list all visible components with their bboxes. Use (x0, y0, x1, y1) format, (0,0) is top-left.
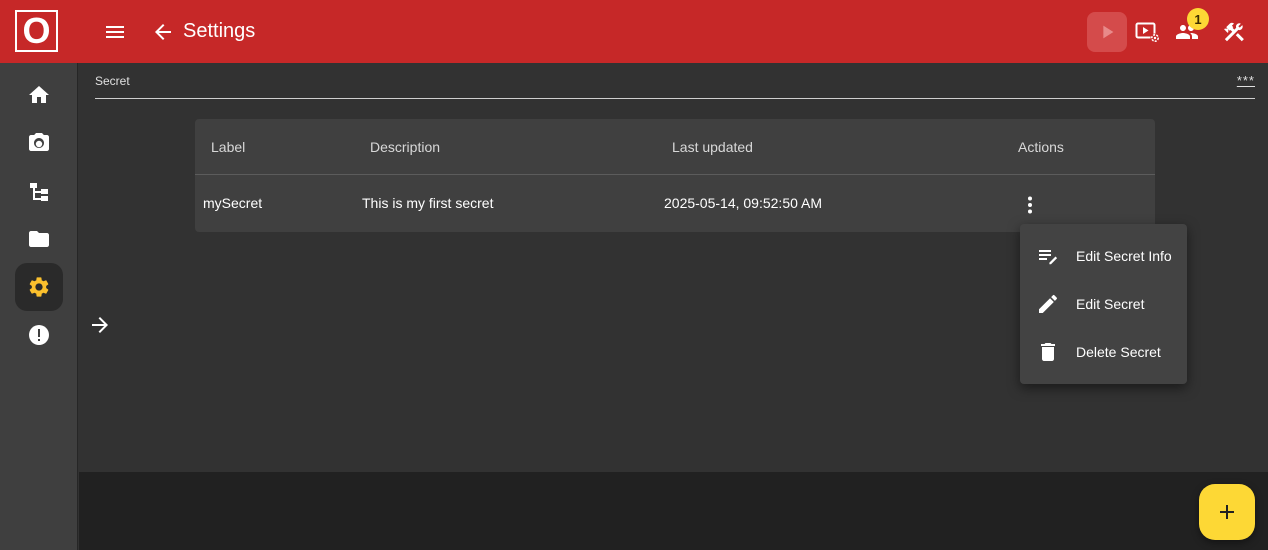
add-button[interactable] (1199, 484, 1255, 540)
table-header: Label Description Last updated Actions (195, 119, 1155, 175)
more-vert-icon[interactable] (1018, 193, 1042, 217)
menu-item-edit-secret[interactable]: Edit Secret (1020, 280, 1187, 328)
secret-field[interactable]: Secret *** (95, 64, 1255, 99)
home-icon[interactable] (15, 71, 63, 119)
play-button[interactable] (1087, 12, 1127, 52)
secret-field-value: *** (1236, 73, 1255, 88)
folder-icon[interactable] (15, 215, 63, 263)
pencil-icon (1039, 294, 1058, 313)
hierarchy-icon[interactable] (15, 167, 63, 215)
secrets-table: Label Description Last updated Actions m… (195, 119, 1155, 232)
column-header-label[interactable]: Label (211, 139, 245, 155)
camera-icon[interactable] (15, 119, 63, 167)
cell-label: mySecret (203, 195, 263, 211)
gear-icon[interactable] (15, 263, 63, 311)
top-app-bar: O Settings 1 (0, 0, 1268, 63)
notification-badge: 1 (1187, 8, 1209, 30)
cell-description: This is my first secret (362, 195, 494, 211)
menu-item-edit-secret-info[interactable]: Edit Secret Info (1020, 232, 1187, 280)
app-logo: O (15, 10, 58, 52)
actions-menu: Edit Secret Info Edit Secret Delete Secr… (1020, 224, 1187, 384)
logo-area: O (0, 0, 78, 63)
column-header-actions: Actions (1018, 139, 1064, 155)
menu-item-label: Delete Secret (1076, 344, 1161, 360)
add-icon (1220, 505, 1234, 519)
play-icon (1103, 25, 1114, 39)
column-header-description[interactable]: Description (370, 139, 440, 155)
back-arrow-icon[interactable] (151, 20, 175, 44)
video-settings-icon[interactable] (1135, 20, 1161, 44)
edit-note-icon (1039, 250, 1058, 265)
cell-last-updated: 2025-05-14, 09:52:50 AM (664, 195, 823, 211)
alert-icon[interactable] (15, 311, 63, 359)
tools-icon[interactable] (1222, 20, 1246, 44)
menu-item-label: Edit Secret (1076, 296, 1145, 312)
expand-arrow-icon[interactable] (88, 313, 112, 337)
menu-icon[interactable] (103, 20, 127, 44)
column-header-last-updated[interactable]: Last updated (672, 139, 753, 155)
menu-item-delete-secret[interactable]: Delete Secret (1020, 328, 1187, 376)
secret-field-label: Secret (95, 74, 130, 88)
menu-item-label: Edit Secret Info (1076, 248, 1172, 264)
trash-icon (1041, 343, 1055, 361)
page-title: Settings (183, 20, 256, 42)
footer-area (79, 472, 1268, 550)
